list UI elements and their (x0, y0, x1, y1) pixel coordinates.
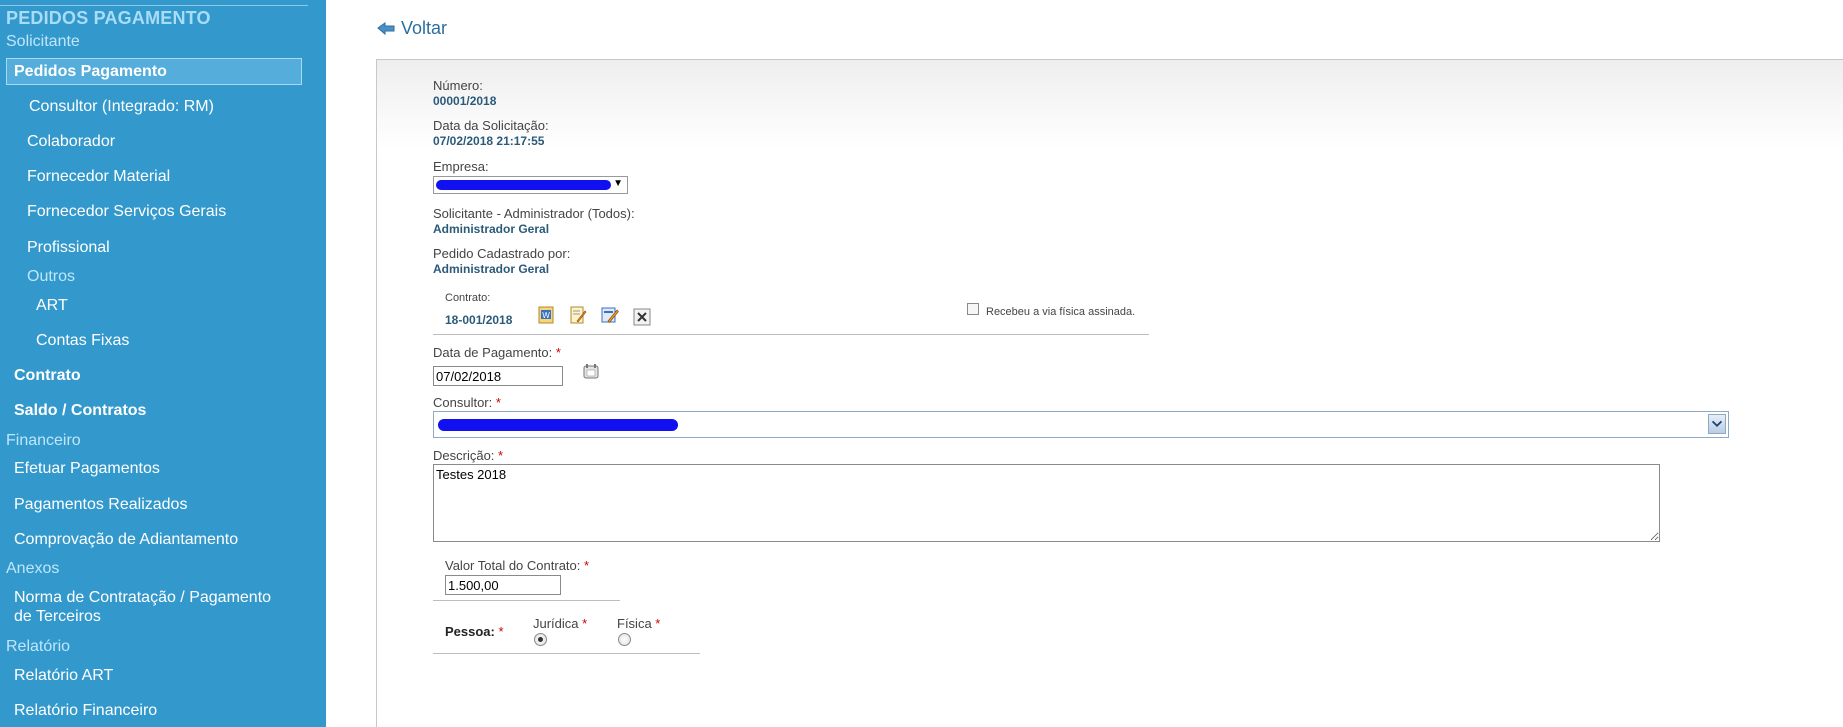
juridica-label-text: Jurídica (533, 616, 579, 631)
data-pagamento-input[interactable] (433, 366, 563, 386)
sidebar-item-pagamentos-realizados[interactable]: Pagamentos Realizados (14, 496, 187, 514)
sidebar-item-art[interactable]: ART (36, 297, 68, 315)
edit-form-icon[interactable] (601, 306, 619, 324)
required-mark: * (582, 616, 588, 631)
required-mark: * (498, 624, 504, 639)
contrato-value: 18-001/2018 (445, 313, 513, 327)
empresa-select[interactable]: ▼ (433, 176, 628, 194)
sidebar-item-label-line1: Norma de Contratação / Pagamento (14, 589, 272, 606)
required-mark: * (584, 558, 590, 573)
numero-label: Número: (433, 78, 483, 93)
calendar-icon[interactable] (582, 362, 600, 380)
required-mark: * (655, 616, 661, 631)
contrato-divider (433, 334, 1149, 335)
fisica-radio[interactable] (618, 633, 631, 646)
back-arrow-icon (377, 21, 395, 35)
dropdown-arrow-icon: ▼ (613, 178, 623, 189)
sidebar-item-colaborador[interactable]: Colaborador (27, 133, 115, 151)
data-pagamento-label: Data de Pagamento: * (433, 345, 561, 360)
required-mark: * (555, 345, 561, 360)
sidebar-item-label: Pedidos Pagamento (14, 63, 167, 80)
sidebar-section-financeiro: Financeiro (6, 432, 81, 449)
juridica-label: Jurídica * (533, 616, 587, 631)
via-fisica-checkbox[interactable] (967, 303, 979, 315)
valor-total-label: Valor Total do Contrato: * (445, 558, 589, 573)
sidebar-item-fornecedor-servicos[interactable]: Fornecedor Serviços Gerais (27, 203, 226, 221)
sidebar-item-relatorio-financeiro[interactable]: Relatório Financeiro (14, 702, 157, 720)
form-panel (376, 59, 1843, 727)
via-fisica-label: Recebeu a via física assinada. (986, 306, 1136, 318)
sidebar-item-pedidos-pagamento[interactable]: Pedidos Pagamento (6, 58, 302, 85)
svg-text:W: W (542, 311, 550, 320)
consultor-select[interactable] (433, 411, 1729, 438)
back-link-label: Voltar (401, 18, 448, 38)
sidebar-item-label-line2: de Terceiros (14, 608, 101, 625)
descricao-label-text: Descrição: (433, 448, 495, 463)
cadastrado-value: Administrador Geral (433, 262, 550, 276)
chevron-down-icon[interactable] (1708, 414, 1726, 434)
consultor-label-text: Consultor: (433, 395, 493, 410)
sidebar-item-saldo-contratos[interactable]: Saldo / Contratos (14, 402, 146, 420)
sidebar-section-relatorio: Relatório (6, 638, 71, 655)
sidebar-item-contrato[interactable]: Contrato (14, 367, 81, 385)
edit-document-icon[interactable] (569, 306, 587, 324)
back-link[interactable]: Voltar (377, 18, 447, 39)
required-mark: * (498, 448, 504, 463)
remove-icon[interactable] (633, 308, 651, 326)
fisica-label: Física * (617, 616, 660, 631)
descricao-textarea[interactable]: Testes 2018 (433, 464, 1660, 542)
solicitante-value: Administrador Geral (433, 222, 550, 236)
contrato-label: Contrato: (445, 292, 491, 304)
sidebar-item-consultor[interactable]: Consultor (Integrado: RM) (29, 98, 214, 116)
empresa-label: Empresa: (433, 159, 489, 174)
consultor-label: Consultor: * (433, 395, 501, 410)
data-pagamento-label-text: Data de Pagamento: (433, 345, 553, 360)
valor-total-label-text: Valor Total do Contrato: (445, 558, 581, 573)
sidebar-item-relatorio-art[interactable]: Relatório ART (14, 667, 113, 685)
pessoa-label-text: Pessoa: (445, 624, 495, 639)
valor-divider (433, 600, 620, 601)
numero-value: 00001/2018 (433, 94, 497, 108)
valor-total-input[interactable] (445, 575, 561, 595)
sidebar: PEDIDOS PAGAMENTO Solicitante Pedidos Pa… (0, 0, 326, 727)
descricao-label: Descrição: * (433, 448, 503, 463)
pessoa-label: Pessoa: * (445, 624, 504, 639)
sidebar-top-divider (0, 5, 308, 6)
pessoa-divider (433, 653, 700, 654)
word-document-icon[interactable]: W (537, 306, 555, 324)
sidebar-title: PEDIDOS PAGAMENTO (6, 8, 211, 28)
sidebar-item-comprovacao-adiantamento[interactable]: Comprovação de Adiantamento (14, 531, 238, 549)
solicitante-label: Solicitante - Administrador (Todos): (433, 206, 635, 221)
required-mark: * (495, 395, 501, 410)
juridica-radio[interactable] (534, 633, 547, 646)
fisica-label-text: Física (617, 616, 652, 631)
sidebar-section-anexos: Anexos (6, 560, 60, 577)
sidebar-section-outros: Outros (27, 268, 76, 285)
sidebar-item-efetuar-pagamentos[interactable]: Efetuar Pagamentos (14, 460, 160, 478)
sidebar-item-profissional[interactable]: Profissional (27, 239, 110, 257)
data-solicitacao-label: Data da Solicitação: (433, 118, 549, 133)
sidebar-item-fornecedor-material[interactable]: Fornecedor Material (27, 168, 170, 186)
data-solicitacao-value: 07/02/2018 21:17:55 (433, 134, 545, 148)
redaction-mark (436, 180, 611, 190)
cadastrado-label: Pedido Cadastrado por: (433, 246, 571, 261)
redaction-mark (438, 419, 678, 431)
sidebar-item-contas-fixas[interactable]: Contas Fixas (36, 332, 129, 350)
sidebar-section-solicitante: Solicitante (6, 33, 80, 50)
